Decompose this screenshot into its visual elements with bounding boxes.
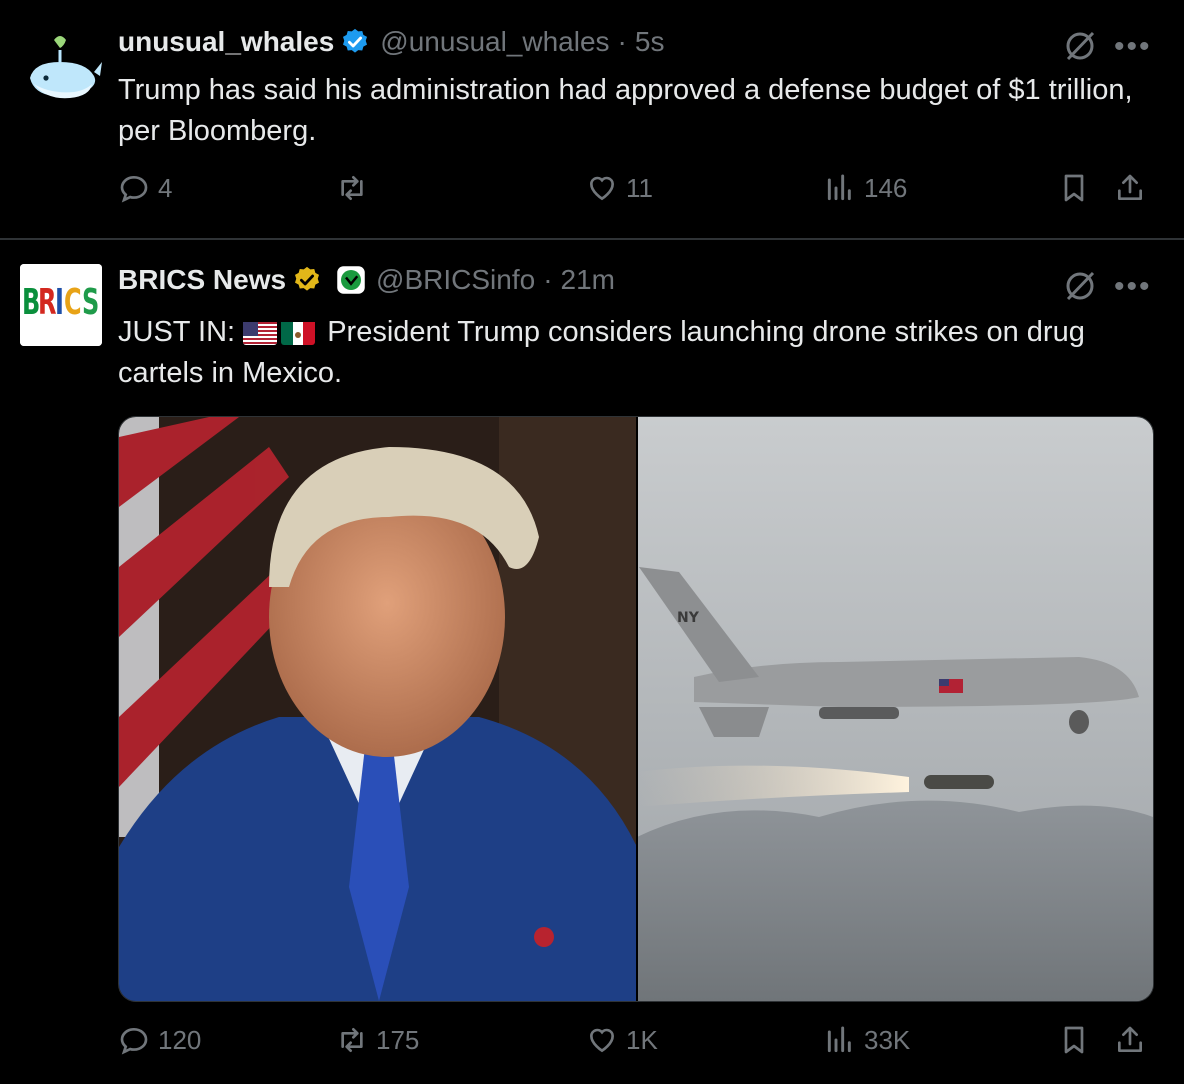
more-icon[interactable]: ••• [1114,30,1154,63]
avatar-unusual-whales[interactable] [20,28,102,110]
author-name[interactable]: BRICS News [118,264,286,296]
timestamp[interactable]: 21m [561,264,615,296]
author-handle[interactable]: @BRICSinfo [376,264,535,296]
separator-dot: · [617,26,627,57]
bookmark-icon [1064,1026,1084,1054]
grok-icon[interactable] [1062,268,1098,304]
repost-icon [341,1028,363,1052]
bookmark-button[interactable] [1058,172,1098,204]
reply-icon [120,175,148,203]
repost-button[interactable]: 175 [336,1024,419,1056]
like-icon [589,1028,615,1053]
timestamp[interactable]: 5s [635,26,665,58]
tweet-text: JUST IN: President Trump considers launc… [118,312,1158,394]
verified-badge-icon[interactable] [340,27,370,57]
more-icon[interactable]: ••• [1114,270,1154,303]
us-flag-icon [243,319,278,345]
views-button[interactable]: 33K [824,1024,910,1056]
avatar-brics-news[interactable]: B R I C S [20,264,102,346]
like-button[interactable]: 1K [586,1024,658,1056]
tweet-brics-news[interactable]: B R I C S BRICS News @BRICSinfo · 21m ••… [0,240,1184,1084]
reply-icon [120,1027,148,1055]
view-count: 146 [864,172,908,203]
affiliate-badge-icon[interactable] [336,265,366,295]
like-button[interactable]: 11 [586,172,653,204]
views-icon [827,174,851,201]
repost-count: 175 [376,1024,420,1055]
tweet-header: unusual_whales @unusual_whales · 5s [118,26,664,58]
reply-button[interactable]: 120 [118,1024,201,1056]
author-handle[interactable]: @unusual_whales [380,26,609,58]
brics-logo: B R I C S [20,264,102,346]
verified-gold-badge-icon[interactable] [292,265,322,295]
bookmark-icon [1064,174,1084,202]
svg-text:I: I [55,282,64,323]
like-icon [589,176,615,201]
share-icon [1118,1026,1142,1052]
separator-dot: · [543,264,553,295]
svg-text:C: C [64,282,82,323]
views-button[interactable]: 146 [824,172,907,204]
views-icon [827,1026,851,1053]
tweet-actions: 4 11 146 [118,172,1158,216]
reply-count: 120 [158,1024,202,1055]
like-count: 11 [626,172,653,203]
share-button[interactable] [1114,1024,1154,1056]
bookmark-button[interactable] [1058,1024,1098,1056]
drone-tail-marking: NY [677,610,700,626]
tweet-header: BRICS News @BRICSinfo · 21m [118,264,615,296]
svg-text:S: S [82,282,99,323]
share-button[interactable] [1114,172,1154,204]
tweet-actions: 120 175 1K 33K [118,1024,1158,1068]
like-count: 1K [626,1024,658,1055]
reply-count: 4 [158,172,173,203]
share-icon [1118,174,1142,200]
breaking-label: JUST IN: [118,316,236,348]
mexico-flag-icon [281,319,316,345]
tweet-text: Trump has said his administration had ap… [118,74,1133,147]
repost-icon [341,176,363,200]
portrait-photo [119,417,637,1001]
repost-button[interactable] [336,172,376,204]
tweet-media[interactable]: NY [118,416,1154,1002]
reply-button[interactable]: 4 [118,172,172,204]
grok-icon[interactable] [1062,28,1098,64]
author-name[interactable]: unusual_whales [118,26,334,58]
tweet-unusual-whales[interactable]: unusual_whales @unusual_whales · 5s ••• … [0,0,1184,238]
svg-text:R: R [38,282,56,323]
drone-photo: NY [637,417,1153,1001]
view-count: 33K [864,1024,911,1055]
